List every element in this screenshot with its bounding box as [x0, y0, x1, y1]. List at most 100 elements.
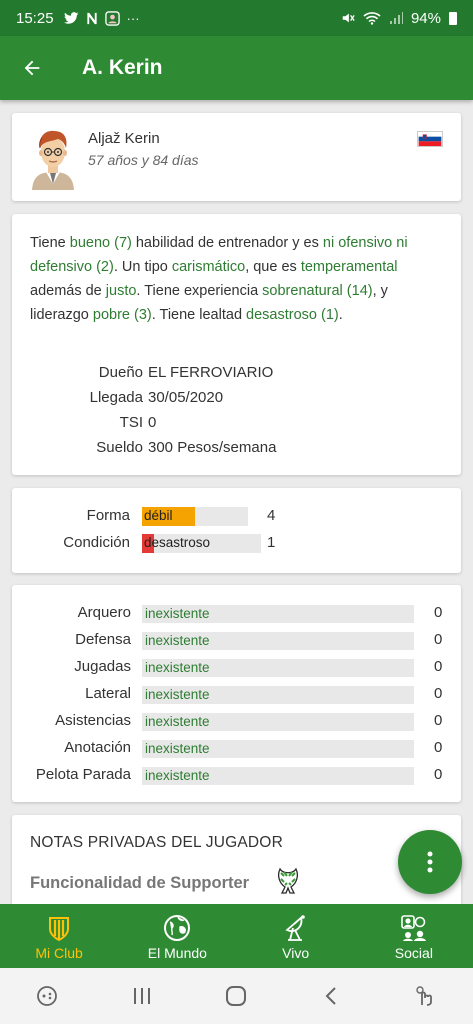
nav-label: Vivo [282, 945, 310, 961]
home-button[interactable] [216, 981, 256, 1011]
info-value: 0 [148, 414, 157, 431]
more-notifications-icon: ··· [126, 10, 140, 26]
skill-row-set-pieces: Pelota Parada inexistente 0 [12, 762, 461, 789]
condition-label: Condición [63, 534, 130, 551]
skill-bar: inexistente [142, 740, 414, 758]
touch-icon [415, 986, 432, 1006]
private-notes-title: NOTAS PRIVADAS DEL JUGADOR [30, 834, 283, 851]
player-description-card: Tiene bueno (7) habilidad de entrenador … [12, 214, 461, 475]
app-bar: A. Kerin [0, 36, 473, 100]
skill-row-defending: Defensa inexistente 0 [12, 627, 461, 654]
skill-bar-text: inexistente [145, 660, 210, 675]
skill-value: 0 [434, 739, 443, 756]
skill-value: 0 [434, 712, 443, 729]
info-label: TSI [119, 414, 143, 431]
form-bar: débil [142, 507, 248, 526]
form-row: Forma débil 4 [12, 503, 461, 530]
battery-percent: 94% [410, 9, 441, 27]
skills-card: Arquero inexistente 0 Defensa inexistent… [12, 585, 461, 802]
condition-row: Condición desastroso 1 [12, 530, 461, 557]
page-title: A. Kerin [82, 56, 163, 79]
experience-link[interactable]: sobrenatural (14) [262, 283, 372, 299]
skill-row-playmaking: Jugadas inexistente 0 [12, 654, 461, 681]
skill-bar-text: inexistente [145, 606, 210, 621]
wifi-icon [363, 12, 381, 25]
supporter-feature-label: Funcionalidad de Supporter [30, 874, 250, 892]
nav-item-social[interactable]: Social [355, 904, 473, 968]
signal-icon [389, 12, 403, 24]
n-app-icon [86, 12, 97, 24]
skill-bar: inexistente [142, 659, 414, 677]
chevron-left-icon [325, 987, 336, 1005]
skill-label: Asistencias [55, 712, 131, 729]
skill-label: Pelota Parada [35, 766, 131, 783]
battery-icon [449, 11, 457, 25]
gamepad-icon [37, 986, 58, 1006]
nav-item-el-mundo[interactable]: El Mundo [118, 904, 236, 968]
twitter-icon [63, 11, 78, 24]
skill-row-winger: Lateral inexistente 0 [12, 681, 461, 708]
condition-bar: desastroso [142, 534, 261, 553]
nav-label: Social [394, 945, 433, 961]
coaching-link[interactable]: bueno (7) [70, 235, 132, 251]
back-button[interactable] [0, 57, 64, 79]
status-time: 15:25 [16, 9, 54, 27]
form-value: 4 [267, 507, 276, 524]
skill-value: 0 [434, 658, 443, 675]
shield-icon [49, 917, 70, 942]
skill-bar: inexistente [142, 767, 414, 785]
player-age: 57 años y 84 días [88, 152, 199, 168]
condition-value: 1 [267, 534, 276, 551]
skill-bar-text: inexistente [145, 687, 210, 702]
skill-value: 0 [434, 685, 443, 702]
accessibility-button[interactable] [406, 981, 446, 1011]
info-row-arrival: Llegada 30/05/2020 [12, 386, 461, 411]
agreeability-link[interactable]: carismático [172, 259, 245, 275]
skill-label: Defensa [75, 631, 131, 648]
skill-bar-text: inexistente [145, 633, 210, 648]
skill-value: 0 [434, 766, 443, 783]
globe-icon [164, 915, 191, 941]
nav-label: Mi Club [35, 945, 83, 961]
skill-bar: inexistente [142, 632, 414, 650]
player-avatar [32, 130, 74, 190]
form-label: Forma [86, 507, 130, 524]
info-row-salary: Sueldo 300 Pesos/semana [12, 436, 461, 461]
skill-label: Arquero [77, 604, 131, 621]
recent-apps-button[interactable] [122, 981, 162, 1011]
skill-bar: inexistente [142, 713, 414, 731]
player-name: Aljaž Kerin [88, 130, 160, 147]
player-description: Tiene bueno (7) habilidad de entrenador … [30, 235, 408, 323]
bottom-navigation: Mi Club El Mundo Vivo Social [0, 904, 473, 968]
skill-row-scoring: Anotación inexistente 0 [12, 735, 461, 762]
skill-bar: inexistente [142, 605, 414, 623]
info-label: Llegada [89, 389, 143, 406]
skill-bar-text: inexistente [145, 768, 210, 783]
recent-apps-icon [133, 988, 150, 1004]
arrow-back-icon [24, 60, 40, 76]
skill-label: Lateral [85, 685, 131, 702]
mute-icon [342, 13, 355, 23]
supporter-scarf-icon [278, 867, 298, 894]
aggressiveness-link[interactable]: temperamental [301, 259, 398, 275]
form-condition-card: Forma débil 4 Condición desastroso 1 [12, 488, 461, 573]
info-row-owner: Dueño EL FERROVIARIO [12, 361, 461, 386]
more-vert-icon [427, 851, 433, 873]
satellite-icon [285, 915, 305, 941]
slovenia-flag-icon [417, 131, 443, 147]
info-row-tsi: TSI 0 [12, 411, 461, 436]
more-actions-fab[interactable] [398, 830, 462, 894]
info-value: 30/05/2020 [148, 389, 224, 406]
honesty-link[interactable]: justo [106, 283, 137, 299]
leadership-link[interactable]: pobre (3) [93, 307, 152, 323]
nav-item-vivo[interactable]: Vivo [237, 904, 355, 968]
condition-bar-text: desastroso [144, 535, 211, 550]
skill-bar: inexistente [142, 686, 414, 704]
nav-item-mi-club[interactable]: Mi Club [0, 904, 118, 968]
system-back-button[interactable] [311, 981, 351, 1011]
game-launcher-button[interactable] [27, 981, 67, 1011]
player-header-card: Aljaž Kerin 57 años y 84 días [12, 113, 461, 201]
contact-icon [104, 10, 120, 26]
skill-value: 0 [434, 604, 443, 621]
loyalty-link[interactable]: desastroso (1) [246, 307, 339, 323]
